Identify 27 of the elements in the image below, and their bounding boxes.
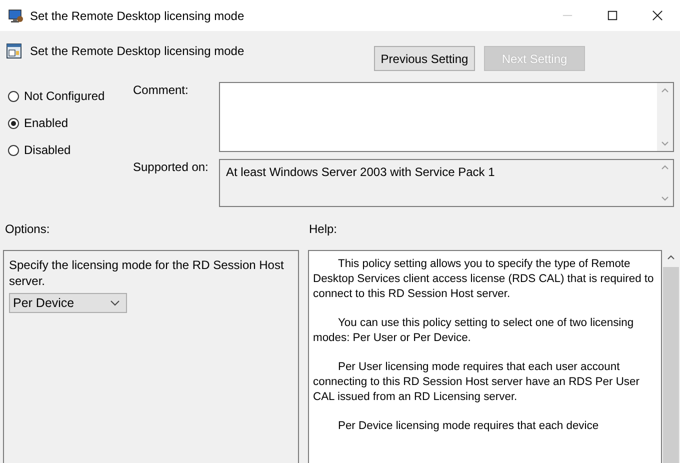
help-paragraph: You can use this policy setting to select one of two licensing modes: Per User or Per Device. [313,316,635,346]
radio-icon[interactable] [8,144,19,156]
radio-icon[interactable] [8,118,19,128]
scroll-down-icon[interactable] [661,141,669,146]
window-title: Set the Remote Desktop licensing mode [30,8,246,22]
supported-on-label: Supported on: [133,159,210,176]
options-label: Options: [5,222,51,238]
state-radio[interactable]: Enabled [8,116,133,130]
option-description: Specify the licensing mode for the RD Session Host server. [9,257,285,289]
policy-icon [6,43,22,59]
computer-icon [8,8,24,24]
chevron-down-icon [110,300,120,306]
supported-on-value: At least Windows Server 2003 with Service Pack 1 [226,165,495,179]
comment-label: Comment: [133,82,190,99]
help-paragraph: Per User licensing mode requires that each user account connecting to this RD Session Host server have an RDS Per User CAL issued from an RD Licensing server. [313,360,640,405]
state-radio[interactable]: Not Configured [8,89,133,103]
licensing-mode-dropdown[interactable]: Per Device [9,293,127,313]
setting-title: Set the Remote Desktop licensing mode [30,44,246,58]
scroll-down-icon[interactable] [661,196,669,201]
help-paragraph: This policy setting allows you to specify the type of Remote Desktop Services client access license (RDS CAL) that is required to connect to this RD Session Host server. [313,257,655,302]
radio-icon[interactable] [8,90,19,102]
scroll-up-icon[interactable] [667,255,675,260]
help-paragraph: Per Device licensing mode requires that each device [337,419,600,434]
help-label: Help: [309,222,338,238]
state-radio[interactable]: Disabled [8,143,133,157]
comment-field[interactable] [219,82,674,152]
previous-setting-button[interactable]: Previous Setting [374,46,475,71]
